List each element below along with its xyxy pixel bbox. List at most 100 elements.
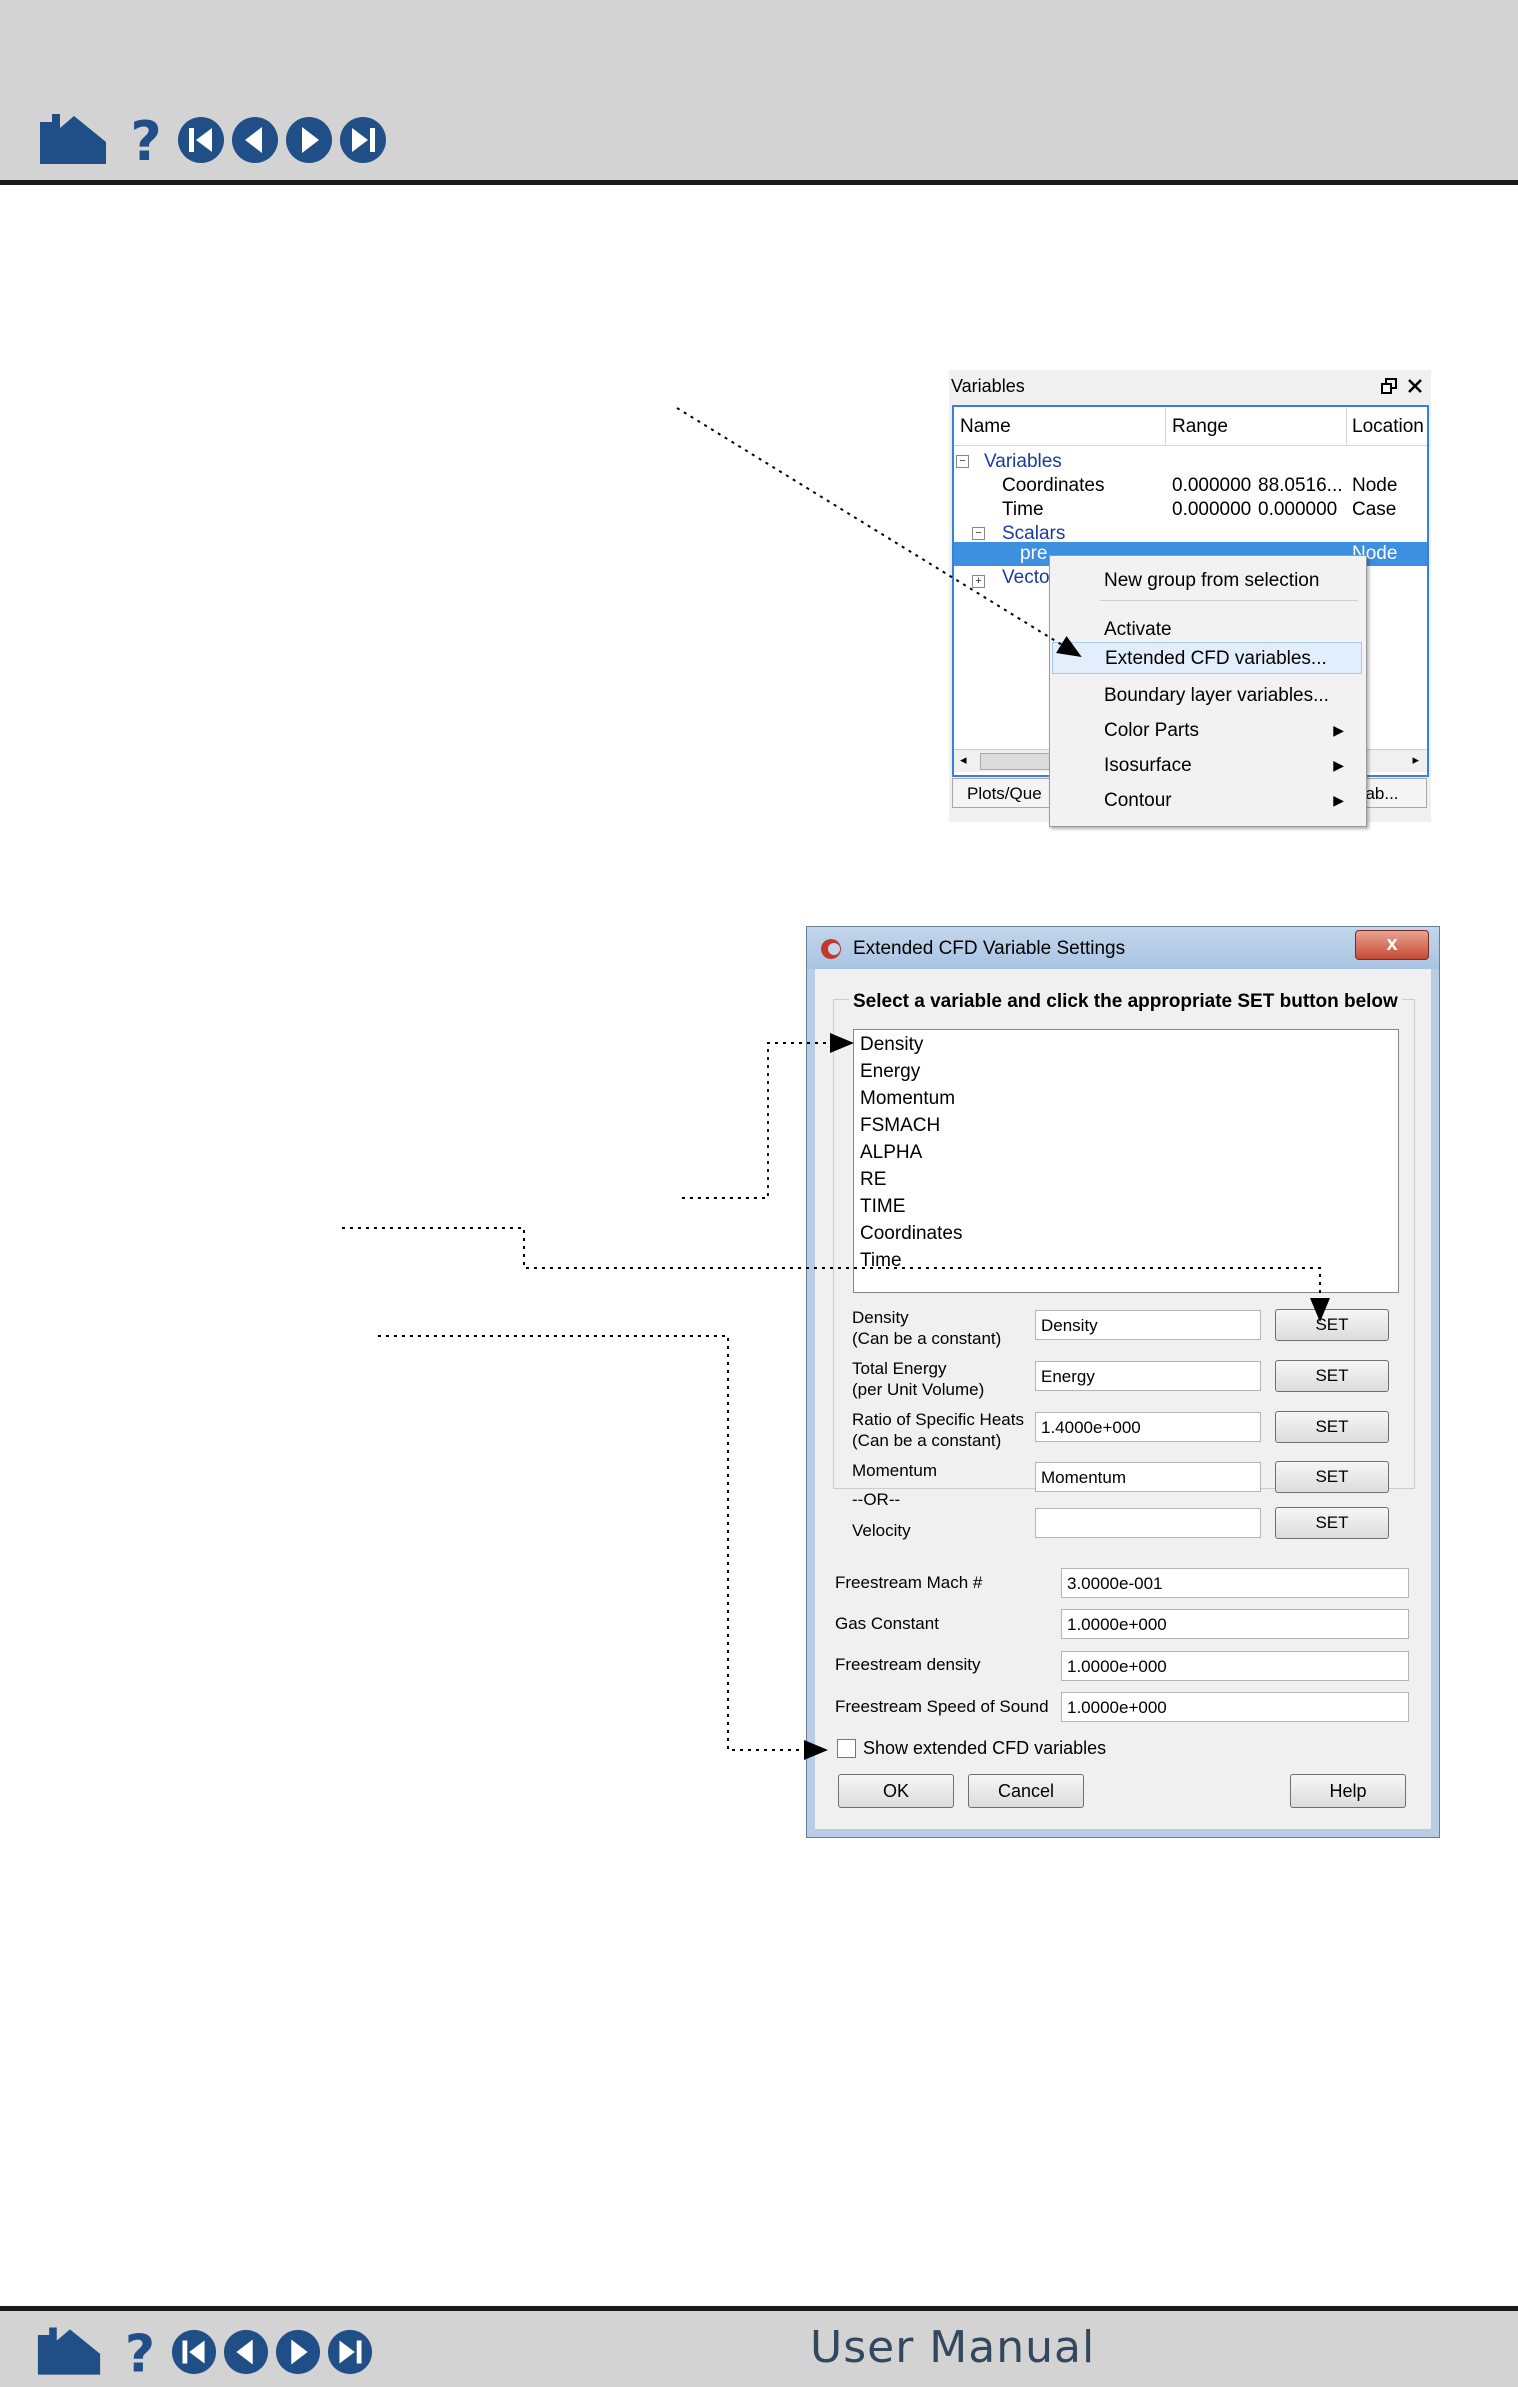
menu-item-contour[interactable]: Contour ▶	[1050, 784, 1366, 816]
close-icon[interactable]	[1407, 378, 1423, 394]
momentum-label: Momentum	[852, 1461, 938, 1480]
energy-label: Total Energy	[852, 1359, 947, 1378]
tree-item-time[interactable]: Time	[1002, 499, 1044, 523]
previous-page-icon[interactable]	[230, 115, 280, 165]
top-nav-icons: ?	[38, 112, 388, 168]
range-min: 0.000000	[1172, 499, 1252, 520]
momentum-set-button[interactable]: SET	[1275, 1461, 1389, 1493]
show-extended-cfd-checkbox[interactable]	[837, 1739, 856, 1758]
speed-of-sound-label: Freestream Speed of Sound	[835, 1697, 1049, 1716]
specific-heats-set-button[interactable]: SET	[1275, 1411, 1389, 1443]
tree-item-coordinates[interactable]: Coordinates	[1002, 475, 1104, 499]
scroll-right-icon[interactable]: ▸	[1412, 752, 1419, 768]
list-item[interactable]: FSMACH	[860, 1115, 940, 1137]
tree-group-vectors[interactable]: Vecto	[1002, 567, 1050, 591]
dialog-title: Extended CFD Variable Settings	[853, 938, 1126, 959]
specific-heats-field[interactable]: 1.4000e+000	[1035, 1412, 1261, 1442]
help-button[interactable]: Help	[1290, 1774, 1406, 1808]
variables-tree-header: Name Range Location	[954, 407, 1427, 446]
tree-item-pressure[interactable]: pre	[1020, 543, 1047, 567]
app-logo-icon	[821, 939, 841, 959]
svg-text:?: ?	[125, 2325, 155, 2379]
gas-constant-field[interactable]: 1.0000e+000	[1061, 1609, 1409, 1639]
list-item[interactable]: ALPHA	[860, 1142, 922, 1164]
collapse-icon[interactable]: −	[972, 527, 985, 540]
specific-heats-sublabel: (Can be a constant)	[852, 1431, 1002, 1450]
first-page-icon[interactable]	[170, 2328, 218, 2376]
freestream-density-label: Freestream density	[835, 1655, 981, 1674]
location: Node	[1352, 475, 1398, 496]
column-name[interactable]: Name	[960, 416, 1011, 438]
list-item[interactable]: TIME	[860, 1196, 905, 1218]
column-location[interactable]: Location	[1352, 416, 1424, 438]
density-set-button[interactable]: SET	[1275, 1309, 1389, 1341]
footer-title: User Manual	[810, 2322, 1096, 2373]
cancel-button[interactable]: Cancel	[968, 1774, 1084, 1808]
list-item[interactable]: Density	[860, 1034, 923, 1056]
freestream-density-field[interactable]: 1.0000e+000	[1061, 1651, 1409, 1681]
next-page-icon[interactable]	[274, 2328, 322, 2376]
submenu-arrow-icon: ▶	[1333, 792, 1344, 808]
ok-button[interactable]: OK	[838, 1774, 954, 1808]
undock-icon[interactable]	[1381, 378, 1397, 394]
variables-panel-titlebar: Variables	[949, 370, 1431, 402]
menu-item-color-parts[interactable]: Color Parts ▶	[1050, 714, 1366, 746]
location: Case	[1352, 499, 1397, 520]
submenu-arrow-icon: ▶	[1333, 757, 1344, 773]
next-page-icon[interactable]	[284, 115, 334, 165]
list-item[interactable]: Momentum	[860, 1088, 955, 1110]
column-range[interactable]: Range	[1172, 416, 1228, 438]
momentum-field[interactable]: Momentum	[1035, 1462, 1261, 1492]
collapse-icon[interactable]: −	[956, 455, 969, 468]
energy-field[interactable]: Energy	[1035, 1361, 1261, 1391]
first-page-icon[interactable]	[176, 115, 226, 165]
velocity-set-button[interactable]: SET	[1275, 1507, 1389, 1539]
list-item[interactable]: Time	[860, 1250, 902, 1272]
tree-group-variables[interactable]: Variables	[984, 451, 1062, 475]
show-extended-cfd-label: Show extended CFD variables	[863, 1738, 1107, 1758]
or-label: --OR--	[852, 1490, 901, 1509]
gas-constant-label: Gas Constant	[835, 1614, 939, 1633]
density-label: Density	[852, 1308, 909, 1327]
last-page-icon[interactable]	[326, 2328, 374, 2376]
bottom-nav-bar: ?	[0, 2306, 1518, 2387]
tab-plots-queries[interactable]: Plots/Que	[952, 778, 1052, 808]
help-icon[interactable]: ?	[120, 2325, 160, 2379]
variable-list[interactable]: Density Energy Momentum FSMACH ALPHA RE …	[853, 1029, 1399, 1293]
list-item[interactable]: RE	[860, 1169, 886, 1191]
dialog-close-button[interactable]: x	[1355, 930, 1429, 960]
list-item[interactable]: Coordinates	[860, 1223, 962, 1245]
previous-page-icon[interactable]	[222, 2328, 270, 2376]
specific-heats-label: Ratio of Specific Heats	[852, 1410, 1024, 1429]
range-max: 88.0516...	[1258, 475, 1343, 496]
variables-panel-title: Variables	[951, 376, 1025, 396]
list-item[interactable]: Energy	[860, 1061, 920, 1083]
range-min: 0.000000	[1172, 475, 1252, 496]
menu-item-boundary-layer-variables[interactable]: Boundary layer variables...	[1050, 679, 1366, 711]
menu-item-new-group[interactable]: New group from selection	[1050, 564, 1366, 596]
dialog-titlebar: Extended CFD Variable Settings x	[807, 927, 1439, 969]
expand-icon[interactable]: +	[972, 575, 985, 588]
freestream-mach-field[interactable]: 3.0000e-001	[1061, 1568, 1409, 1598]
velocity-label: Velocity	[852, 1521, 911, 1540]
menu-item-isosurface[interactable]: Isosurface ▶	[1050, 749, 1366, 781]
speed-of-sound-field[interactable]: 1.0000e+000	[1061, 1692, 1409, 1722]
density-field[interactable]: Density	[1035, 1310, 1261, 1340]
energy-set-button[interactable]: SET	[1275, 1360, 1389, 1392]
scroll-left-icon[interactable]: ◂	[960, 752, 967, 768]
velocity-field[interactable]	[1035, 1508, 1261, 1538]
range-max: 0.000000	[1258, 499, 1338, 520]
submenu-arrow-icon: ▶	[1333, 722, 1344, 738]
last-page-icon[interactable]	[338, 115, 388, 165]
svg-text:?: ?	[130, 112, 161, 168]
home-icon[interactable]	[36, 2325, 102, 2379]
home-icon[interactable]	[38, 112, 108, 168]
help-icon[interactable]: ?	[126, 112, 166, 168]
variables-context-menu: New group from selection Activate Extend…	[1049, 555, 1367, 827]
scrollbar-thumb[interactable]	[980, 753, 1052, 770]
top-nav-bar: ?	[0, 0, 1518, 185]
menu-item-activate[interactable]: Activate	[1050, 613, 1366, 645]
menu-item-extended-cfd-variables[interactable]: Extended CFD variables...	[1052, 642, 1362, 674]
density-sublabel: (Can be a constant)	[852, 1329, 1002, 1348]
dialog-heading: Select a variable and click the appropri…	[849, 991, 1402, 1013]
